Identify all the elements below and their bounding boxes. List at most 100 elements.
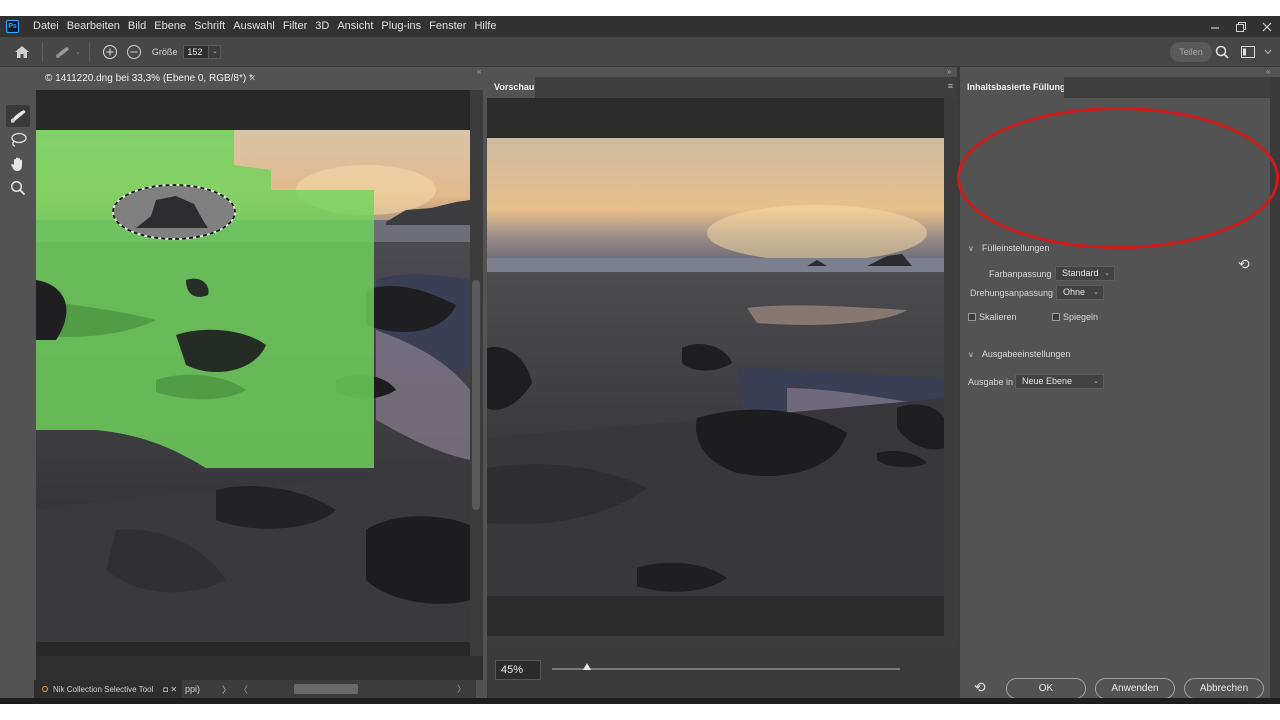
menu-ebene[interactable]: Ebene [150,16,190,37]
status-menu-chevron-icon[interactable]: 〉 [222,683,231,696]
chevron-down-icon: ⌄ [1104,270,1110,277]
lasso-icon [11,132,27,147]
restore-button[interactable] [1228,16,1254,37]
preview-tab[interactable]: Vorschau [487,77,535,98]
panel-collapse-icon[interactable]: « [1266,67,1270,76]
menu-hilfe[interactable]: Hilfe [470,16,500,37]
preview-photo [487,138,944,596]
beach-photo-filled [487,138,944,596]
document-scroll-thumb[interactable] [472,280,480,510]
chevron-down-icon: ⌄ [1093,289,1099,296]
rotation-adaptation-label: Drehungsanpassung [970,288,1054,298]
ok-button[interactable]: OK [1006,678,1086,698]
preview-header: ≡ [535,77,957,98]
size-label: Größe [151,46,178,57]
cancel-button[interactable]: Abbrechen [1184,678,1264,698]
content-aware-fill-tab[interactable]: Inhaltsbasierte Füllung [960,77,1066,98]
status-text: ppi) [185,684,201,694]
scale-checkbox[interactable] [968,313,976,321]
scroll-right-icon[interactable]: 〉 [457,682,466,695]
separator [88,41,90,62]
healing-brush-icon [10,110,26,123]
output-to-value: Neue Ebene [1022,376,1073,386]
tool-preset-button[interactable] [51,41,75,63]
sampling-brush-tool[interactable] [6,105,30,127]
healing-brush-icon [56,46,69,58]
share-button[interactable]: Teilen [1170,42,1212,62]
mirror-checkbox[interactable] [1052,313,1060,321]
chevron-down-icon: ∨ [968,243,974,253]
size-dropdown-icon[interactable]: ⌄ [209,44,222,59]
document-status-bar: ppi) 〉 〈 〉 [182,680,476,698]
apply-button[interactable]: Anwenden [1095,678,1175,698]
options-bar: ⌄ Größe 152 ⌄ Teilen [0,37,1280,67]
separator [42,41,43,62]
workspace-dropdown-icon[interactable] [1262,41,1274,63]
workspace-icon [1241,46,1255,58]
search-icon [1215,45,1229,59]
document-horizontal-scroll-thumb[interactable] [294,684,358,694]
preview-horizontal-scrollbar[interactable] [487,636,944,647]
menu-3d[interactable]: 3D [311,16,333,37]
menu-datei[interactable]: Datei [29,16,63,37]
add-to-selection-button[interactable] [98,41,122,63]
scroll-left-icon[interactable]: 〈 [239,683,248,696]
nik-collection-icon [42,686,48,692]
menu-filter[interactable]: Filter [279,16,311,37]
reset-fill-settings-icon[interactable]: ⟲ [1238,256,1250,273]
document-photo [36,130,470,642]
reset-all-icon[interactable]: ⟲ [974,679,986,696]
menu-bearbeiten[interactable]: Bearbeiten [63,16,124,37]
hand-tool[interactable] [6,153,30,175]
close-tab-icon[interactable]: ✕ [248,69,256,88]
menu-bild[interactable]: Bild [124,16,150,37]
add-to-selection-icon [102,44,117,59]
rotation-adaptation-dropdown[interactable]: Ohne ⌄ [1056,285,1104,300]
restore-icon [1236,21,1246,32]
bottom-edge [0,698,1280,704]
window-controls [1202,16,1280,37]
output-to-dropdown[interactable]: Neue Ebene ⌄ [1015,374,1104,389]
preset-dropdown-arrow-icon[interactable]: ⌄ [75,48,81,56]
zoom-slider-thumb[interactable] [582,663,591,670]
subtract-from-selection-button[interactable] [122,41,146,63]
preview-area[interactable] [487,98,957,647]
menu-plugins[interactable]: Plug-ins [377,16,425,37]
workspace-button[interactable] [1236,41,1260,63]
document-tab[interactable]: © 1411220.dng bei 33,3% (Ebene 0, RGB/8*… [36,69,264,88]
document-tab-title: © 1411220.dng bei 33,3% (Ebene 0, RGB/8*… [45,73,253,84]
menu-schrift[interactable]: Schrift [190,16,229,37]
search-button[interactable] [1210,41,1234,63]
photoshop-logo-icon: Ps [6,20,19,33]
close-window-button[interactable] [1254,16,1280,37]
menu-fenster[interactable]: Fenster [425,16,470,37]
nik-panel-controls[interactable]: ◘ ✕ [163,685,177,694]
menu-bar: Ps Datei Bearbeiten Bild Ebene Schrift A… [0,16,1280,37]
options-right-icons [1210,41,1274,63]
preview-collapse-icon[interactable]: » [947,67,951,76]
size-input[interactable]: 152 [183,44,210,59]
fill-settings-section[interactable]: ∨ Fülleinstellungen [968,243,1049,253]
lasso-tool[interactable] [6,129,30,151]
document-vertical-scrollbar[interactable] [470,90,483,656]
document-canvas[interactable] [36,90,470,656]
menu-auswahl[interactable]: Auswahl [229,16,279,37]
minimize-button[interactable] [1202,16,1228,37]
zoom-slider-track[interactable] [552,668,900,670]
zoom-icon [10,180,26,196]
home-button[interactable] [10,41,34,63]
preview-vertical-scrollbar[interactable] [944,98,957,647]
output-settings-section[interactable]: ∨ Ausgabeeinstellungen [968,349,1070,359]
doc-collapse-icon[interactable]: « [477,67,481,76]
color-adaptation-dropdown[interactable]: Standard ⌄ [1055,266,1115,281]
panel-menu-icon[interactable]: ≡ [948,81,953,91]
red-annotation-ellipse [957,107,1279,249]
mirror-label: Spiegeln [1063,312,1099,322]
hand-icon [11,157,22,171]
nik-collection-panel[interactable]: Nik Collection Selective Tool ◘ ✕ [34,680,182,698]
beach-photo-with-mask [36,130,470,642]
zoom-tool[interactable] [6,177,30,199]
menu-ansicht[interactable]: Ansicht [333,16,377,37]
home-icon [15,45,29,58]
zoom-input[interactable]: 45% [495,660,541,680]
